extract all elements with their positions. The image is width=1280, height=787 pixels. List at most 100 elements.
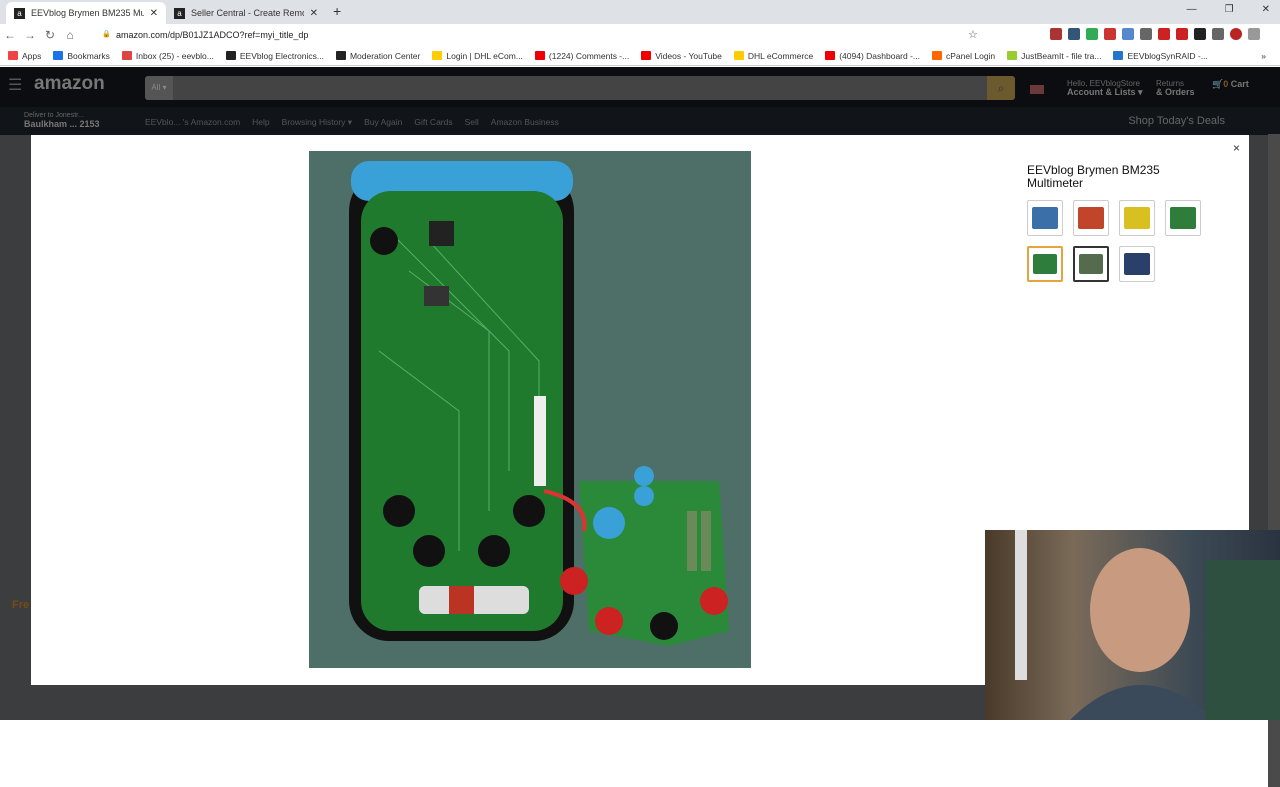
- nav-link[interactable]: EEVblo... 's Amazon.com: [145, 117, 240, 128]
- bookmark-favicon-icon: [641, 51, 652, 60]
- thumbnail-5[interactable]: [1027, 246, 1063, 282]
- bookmark-label: cPanel Login: [946, 50, 996, 61]
- minimize-icon[interactable]: —: [1187, 4, 1197, 15]
- bookmark-item[interactable]: EEVblogSynRAID -...: [1113, 50, 1208, 61]
- reload-icon[interactable]: ↻: [40, 28, 60, 42]
- bookmark-favicon-icon: [733, 51, 744, 60]
- extension-icon[interactable]: [1158, 28, 1170, 40]
- new-tab-button[interactable]: +: [333, 3, 341, 19]
- extension-icon[interactable]: [1176, 28, 1188, 40]
- bookmark-favicon-icon: [432, 51, 443, 60]
- bookmark-label: DHL eCommerce: [747, 50, 814, 61]
- bookmark-item[interactable]: DHL eCommerce: [733, 50, 814, 61]
- profile-avatar[interactable]: [1230, 28, 1242, 40]
- bookmark-item[interactable]: Videos - YouTube: [641, 51, 722, 61]
- flag-icon[interactable]: [1030, 85, 1044, 94]
- bookmark-item[interactable]: JustBeamIt - file tra...: [1007, 51, 1101, 61]
- tab-eevblog[interactable]: a EEVblog Brymen BM235 Multime ✕: [6, 2, 166, 24]
- extension-icon[interactable]: [1194, 28, 1206, 40]
- bookmark-favicon-icon: [53, 51, 64, 60]
- extension-icon[interactable]: [1122, 28, 1134, 40]
- search-bar[interactable]: All ▾ ⌕: [145, 76, 1015, 100]
- bookmark-item[interactable]: Apps: [8, 51, 41, 61]
- bookmark-item[interactable]: EEVblog Electronics...: [225, 50, 324, 61]
- bookmark-label: Login | DHL eCom...: [446, 50, 523, 61]
- tab-seller-central[interactable]: a Seller Central - Create Removal O ✕: [166, 2, 326, 24]
- close-icon[interactable]: ×: [1233, 141, 1240, 155]
- bookmark-label: Videos - YouTube: [655, 50, 722, 61]
- bookmark-label: Inbox (25) - eevblo...: [135, 50, 214, 61]
- returns-orders[interactable]: Returns & Orders: [1156, 79, 1195, 97]
- star-icon[interactable]: ☆: [968, 28, 978, 41]
- bookmark-favicon-icon: [534, 51, 545, 60]
- thumbnail-7[interactable]: [1119, 246, 1155, 282]
- restore-icon[interactable]: ❐: [1225, 4, 1234, 15]
- extension-icon[interactable]: [1086, 28, 1098, 40]
- cart-icon: 🛒: [1212, 79, 1224, 89]
- amazon-subnav: Deliver to Jonestr... Baulkham ... 2153 E…: [0, 107, 1280, 135]
- deliver-to[interactable]: Deliver to Jonestr... Baulkham ... 2153: [10, 111, 100, 130]
- close-tab-icon[interactable]: ✕: [310, 8, 318, 19]
- back-icon[interactable]: ←: [0, 28, 20, 42]
- bookmark-favicon-icon: [825, 51, 836, 60]
- home-icon[interactable]: ⌂: [60, 28, 80, 42]
- bookmark-item[interactable]: Moderation Center: [335, 50, 421, 61]
- extension-icon[interactable]: [1068, 28, 1080, 40]
- nav-link[interactable]: Sell: [465, 117, 479, 128]
- extension-icon[interactable]: [1050, 28, 1062, 40]
- bookmark-item[interactable]: Bookmarks: [53, 51, 110, 61]
- multimeter-pcb-image: [349, 161, 729, 646]
- thumbnail-2[interactable]: [1073, 200, 1109, 236]
- cart-count: 0: [1223, 79, 1229, 89]
- nav-link[interactable]: Amazon Business: [491, 117, 559, 128]
- presenter-video: [1015, 530, 1280, 720]
- extension-icon[interactable]: [1212, 28, 1224, 40]
- thumbnail-4[interactable]: [1165, 200, 1201, 236]
- account-menu[interactable]: Hello, EEVblogStore Account & Lists ▾: [1067, 79, 1143, 97]
- search-category[interactable]: All ▾: [145, 76, 173, 100]
- bookmark-label: Moderation Center: [349, 50, 421, 61]
- bookmark-item[interactable]: (1224) Comments -...: [534, 51, 629, 61]
- nav-link[interactable]: Buy Again: [364, 117, 402, 128]
- thumbnail-6[interactable]: [1073, 246, 1109, 282]
- search-icon[interactable]: ⌕: [987, 76, 1015, 100]
- product-main-image: [309, 151, 751, 668]
- bookmark-item[interactable]: cPanel Login: [932, 51, 995, 61]
- address-bar[interactable]: amazon.com/dp/B01JZ1ADCO?ref=myi_title_d…: [100, 27, 980, 43]
- bookmark-favicon-icon: [121, 51, 132, 60]
- cart-button[interactable]: 🛒0 Cart: [1212, 79, 1249, 90]
- bookmark-item[interactable]: Inbox (25) - eevblo...: [121, 50, 214, 61]
- bookmark-label: Apps: [22, 50, 42, 61]
- bookmark-item[interactable]: (4094) Dashboard -...: [825, 51, 920, 61]
- extension-icon[interactable]: [1140, 28, 1152, 40]
- extensions: [1050, 28, 1260, 40]
- amazon-favicon-icon: a: [174, 7, 185, 19]
- hamburger-menu-icon[interactable]: ☰: [8, 75, 26, 94]
- thumbnail-3[interactable]: [1119, 200, 1155, 236]
- tab-bar: a EEVblog Brymen BM235 Multime ✕ a Seller C…: [0, 0, 1280, 24]
- bookmarks-bar: Apps Bookmarks Inbox (25) - eevblo... EEVbl…: [0, 46, 1280, 66]
- browser-toolbar: ← → ↻ ⌂ amazon.com/dp/B01JZ1ADCO?ref=myi…: [0, 24, 1280, 46]
- background-text: Fre: [12, 599, 30, 611]
- amazon-favicon-icon: a: [14, 7, 25, 19]
- nav-link[interactable]: Browsing History ▾: [282, 117, 352, 128]
- close-window-icon[interactable]: ✕: [1262, 4, 1270, 15]
- extension-icon[interactable]: [1104, 28, 1116, 40]
- thumbnail-1[interactable]: [1027, 200, 1063, 236]
- more-bookmarks-icon[interactable]: »: [1261, 51, 1266, 61]
- bookmark-label: EEVblog Electronics...: [239, 50, 324, 61]
- bookmark-favicon-icon: [8, 51, 18, 60]
- bookmark-item[interactable]: Login | DHL eCom...: [432, 51, 523, 61]
- tab-title: Seller Central - Create Removal O: [191, 8, 304, 18]
- amazon-logo[interactable]: amazon: [34, 73, 105, 95]
- shop-todays-deals[interactable]: Shop Today's Deals: [1128, 115, 1225, 127]
- nav-link[interactable]: Gift Cards: [414, 117, 452, 128]
- orders-label: & Orders: [1156, 87, 1195, 97]
- close-tab-icon[interactable]: ✕: [150, 8, 158, 19]
- bookmark-favicon-icon: [1113, 51, 1124, 60]
- nav-link[interactable]: Help: [252, 117, 269, 128]
- bookmark-label: (4094) Dashboard -...: [839, 50, 921, 61]
- forward-icon[interactable]: →: [20, 28, 40, 42]
- bookmark-label: EEVblogSynRAID -...: [1127, 50, 1208, 61]
- menu-icon[interactable]: [1248, 28, 1260, 40]
